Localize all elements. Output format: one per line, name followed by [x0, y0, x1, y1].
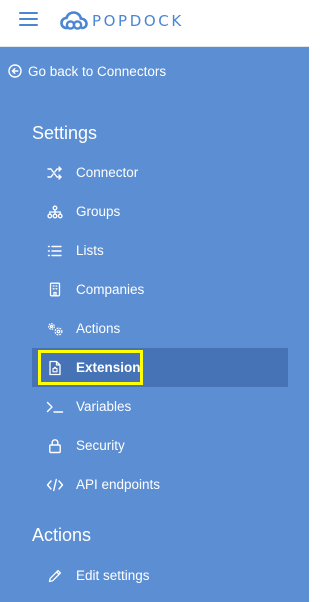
menu-item-edit-settings[interactable]: Edit settings: [32, 556, 288, 595]
gears-icon: [46, 320, 64, 338]
hierarchy-icon: [46, 203, 64, 221]
hamburger-icon[interactable]: [19, 11, 38, 27]
menu-item-label: Extension: [76, 360, 141, 375]
menu-item-security[interactable]: Security: [32, 426, 288, 465]
building-icon: [46, 281, 64, 299]
menu-item-label: Edit settings: [76, 568, 150, 583]
menu-item-extension[interactable]: Extension: [32, 348, 288, 387]
menu-item-label: Lists: [76, 243, 104, 258]
menu-item-actions[interactable]: Actions: [32, 309, 288, 348]
shuffle-icon: [46, 164, 64, 182]
back-to-connectors-link[interactable]: Go back to Connectors: [8, 61, 166, 81]
settings-heading: Settings: [32, 123, 98, 143]
cloud-logo-icon: [60, 11, 88, 30]
menu-item-groups[interactable]: Groups: [32, 192, 288, 231]
app: POPDOCK Go back to Connectors Settings C…: [0, 0, 309, 602]
actions-menu: Edit settings: [32, 556, 288, 595]
brand-name: POPDOCK: [92, 12, 184, 30]
menu-item-label: Connector: [76, 165, 139, 180]
list-icon: [46, 242, 64, 260]
menu-item-label: Variables: [76, 399, 132, 414]
terminal-icon: [46, 398, 64, 416]
arrow-circle-left-icon: [8, 64, 22, 78]
lock-icon: [46, 437, 64, 455]
menu-item-label: Actions: [76, 321, 121, 336]
settings-menu: Connector Groups Lists Companies Actions…: [32, 153, 288, 504]
menu-item-api-endpoints[interactable]: API endpoints: [32, 465, 288, 504]
menu-item-variables[interactable]: Variables: [32, 387, 288, 426]
top-bar: POPDOCK: [0, 0, 309, 47]
menu-item-label: Security: [76, 438, 125, 453]
actions-heading: Actions: [32, 525, 92, 545]
menu-item-lists[interactable]: Lists: [32, 231, 288, 270]
menu-item-label: API endpoints: [76, 477, 161, 492]
menu-item-label: Groups: [76, 204, 121, 219]
back-link-label: Go back to Connectors: [28, 63, 167, 79]
file-puzzle-icon: [46, 359, 64, 377]
menu-item-connector[interactable]: Connector: [32, 153, 288, 192]
popdock-logo[interactable]: POPDOCK: [60, 8, 184, 34]
menu-item-companies[interactable]: Companies: [32, 270, 288, 309]
code-icon: [46, 476, 64, 494]
pencil-icon: [46, 567, 64, 585]
menu-item-label: Companies: [76, 282, 145, 297]
